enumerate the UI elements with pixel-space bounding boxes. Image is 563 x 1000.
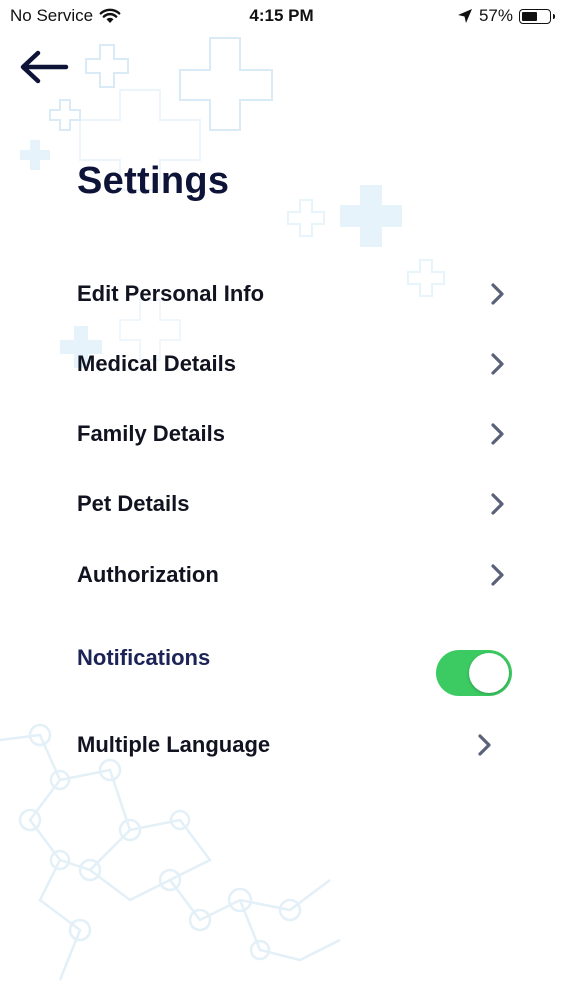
chevron-right-icon	[491, 564, 504, 586]
back-button[interactable]	[18, 48, 70, 88]
battery-fill	[522, 11, 537, 21]
menu-item-edit-personal-info[interactable]: Edit Personal Info	[77, 271, 507, 317]
menu-item-authorization[interactable]: Authorization	[77, 552, 507, 598]
battery-percent: 57%	[478, 6, 513, 25]
battery-icon	[519, 8, 555, 24]
chevron-right-icon	[491, 493, 504, 515]
toggle-knob	[469, 653, 509, 693]
menu-item-family-details[interactable]: Family Details	[77, 411, 507, 457]
menu-item-label: Family Details	[77, 421, 225, 446]
location-arrow-icon	[457, 9, 472, 23]
status-bar: No Service 4:15 PM 57%	[0, 0, 563, 32]
menu-item-label: Notifications	[77, 645, 211, 670]
menu-item-label: Medical Details	[77, 351, 236, 376]
menu-item-medical-details[interactable]: Medical Details	[77, 341, 507, 387]
menu-item-label: Authorization	[77, 562, 219, 587]
menu-item-label: Edit Personal Info	[77, 281, 265, 306]
chevron-right-icon	[491, 423, 504, 445]
menu-item-pet-details[interactable]: Pet Details	[77, 481, 507, 527]
menu-item-label: Pet Details	[77, 491, 190, 516]
notifications-toggle[interactable]	[436, 650, 512, 696]
chevron-right-icon	[478, 734, 491, 756]
page-title: Settings	[77, 160, 230, 202]
status-right-group: 57%	[457, 6, 555, 26]
menu-item-label: Multiple Language	[77, 732, 271, 757]
chevron-right-icon	[491, 353, 504, 375]
chevron-right-icon	[491, 283, 504, 305]
menu-item-multiple-language[interactable]: Multiple Language	[77, 722, 494, 768]
arrow-left-icon	[20, 50, 69, 84]
